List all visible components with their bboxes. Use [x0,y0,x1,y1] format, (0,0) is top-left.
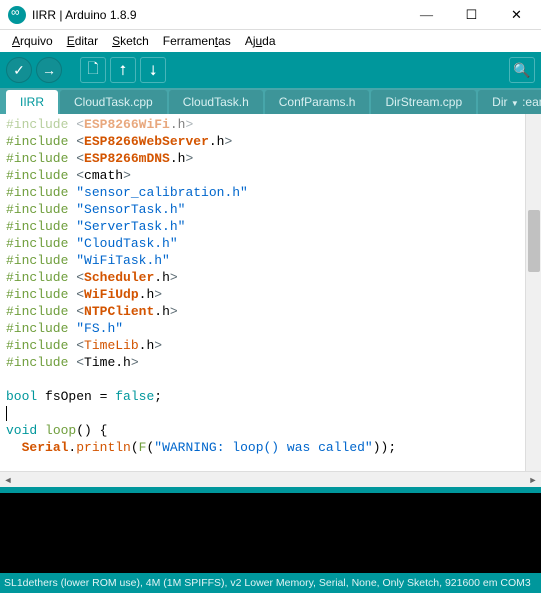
toolbar: ✓ → 🗋 ⭡ ⭣ 🔍 [0,52,541,88]
menu-ajuda[interactable]: Ajuda [239,32,282,50]
window-title: IIRR | Arduino 1.8.9 [32,8,404,22]
tab-cloudtask-h[interactable]: CloudTask.h [169,90,263,114]
horizontal-scrollbar[interactable]: ◄ ► [0,471,541,487]
close-button[interactable]: ✕ [494,0,539,30]
upload-button[interactable]: → [36,57,62,83]
scrollbar-thumb[interactable] [528,210,540,272]
title-bar: IIRR | Arduino 1.8.9 — ☐ ✕ [0,0,541,30]
console-output [0,493,541,573]
new-button[interactable]: 🗋 [80,57,106,83]
tab-dirstream-cpp[interactable]: DirStream.cpp [371,90,476,114]
tab-dirstream[interactable]: Dir ▼ :eam [478,90,541,114]
tab-confparams-h[interactable]: ConfParams.h [265,90,370,114]
editor-area: #include <ESP8266WiFi.h> #include <ESP82… [0,114,541,487]
arduino-logo-icon [8,6,26,24]
menu-arquivo[interactable]: Arquivo [6,32,59,50]
minimize-button[interactable]: — [404,0,449,30]
verify-button[interactable]: ✓ [6,57,32,83]
serial-monitor-button[interactable]: 🔍 [509,57,535,83]
maximize-button[interactable]: ☐ [449,0,494,30]
menu-ferramentas[interactable]: Ferramentas [157,32,237,50]
vertical-scrollbar[interactable] [525,114,541,471]
tab-iirr[interactable]: IIRR [6,90,58,114]
status-bar: SL1dethers (lower ROM use), 4M (1M SPIFF… [0,573,541,593]
scroll-left-icon[interactable]: ◄ [0,472,16,488]
open-button[interactable]: ⭡ [110,57,136,83]
menu-bar: Arquivo Editar Sketch Ferramentas Ajuda [0,30,541,52]
scroll-right-icon[interactable]: ► [525,472,541,488]
tab-cloudtask-cpp[interactable]: CloudTask.cpp [60,90,167,114]
menu-sketch[interactable]: Sketch [106,32,155,50]
window-controls: — ☐ ✕ [404,0,539,30]
menu-editar[interactable]: Editar [61,32,104,50]
tab-bar: IIRR CloudTask.cpp CloudTask.h ConfParam… [0,88,541,114]
save-button[interactable]: ⭣ [140,57,166,83]
code-editor[interactable]: #include <ESP8266WiFi.h> #include <ESP82… [0,114,541,471]
